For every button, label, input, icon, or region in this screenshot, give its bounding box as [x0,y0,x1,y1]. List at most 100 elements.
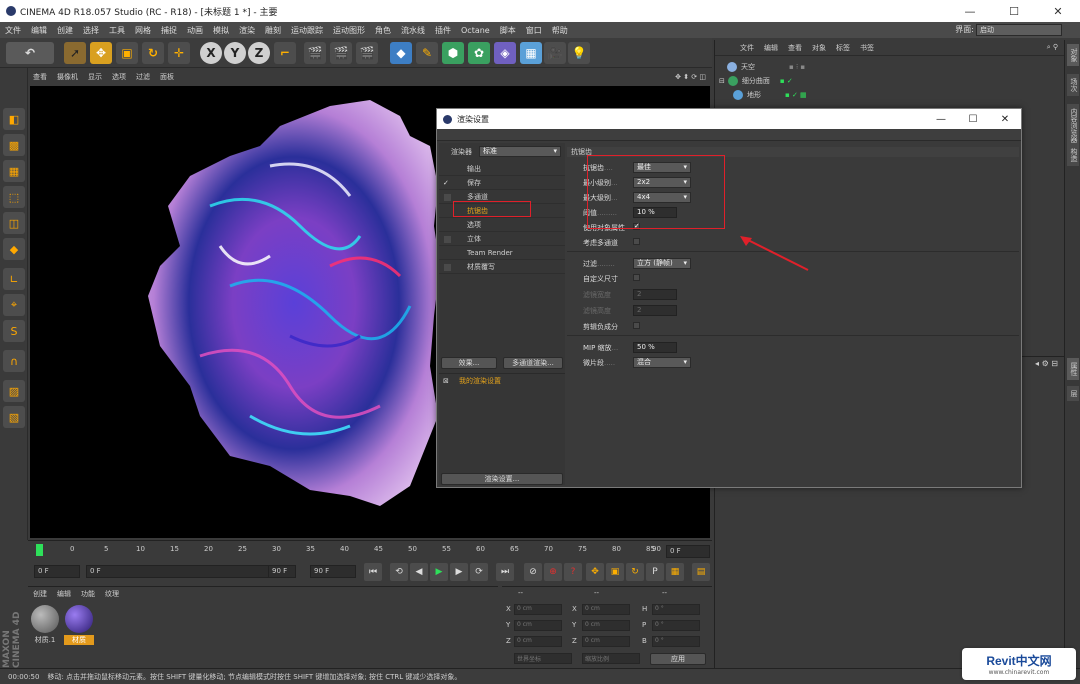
record-keys-icon[interactable]: ⊘ [524,563,542,581]
make-editable-icon[interactable]: ◧ [3,108,25,130]
timeline-window-icon[interactable]: ▤ [692,563,710,581]
obj-menu-edit[interactable]: 编辑 [759,43,783,53]
select-arrow-icon[interactable]: ➚ [64,42,86,64]
y-axis-icon[interactable]: Y [224,42,246,64]
menu-render[interactable]: 渲染 [234,25,260,36]
obj-menu-tags[interactable]: 标签 [831,43,855,53]
position-z-field[interactable]: 0 cm [514,636,562,647]
texture-mode-icon[interactable]: ▦ [3,160,25,182]
material-swatch[interactable]: 材质.1 [30,605,60,645]
micropolygon-select[interactable]: 混合 [633,357,691,368]
camera-icon[interactable]: 🎥 [544,42,566,64]
viewport-menu-options[interactable]: 选项 [107,72,131,82]
model-mode-icon[interactable]: ▩ [3,134,25,156]
menu-motion-tracking[interactable]: 运动跟踪 [286,25,328,36]
timeline-playhead[interactable] [36,544,43,556]
tweak-mode-icon[interactable]: ⌖ [3,294,25,316]
obj-menu-bookmarks[interactable]: 书签 [855,43,879,53]
rotation-b-field[interactable]: 0 ° [652,636,700,647]
close-button[interactable]: ✕ [1036,5,1080,18]
obj-menu-file[interactable]: 文件 [735,43,759,53]
nav-material-override[interactable]: 材质覆写 [439,261,565,274]
menu-script[interactable]: 脚本 [495,25,521,36]
cube-icon[interactable]: ◆ [390,42,412,64]
goto-start-icon[interactable]: ⏮ [364,563,382,581]
viewport-nav-icons[interactable]: ✥ ⬍ ⟳ ◫ [670,73,712,81]
material-menu-create[interactable]: 创建 [28,589,52,599]
axis-mode-icon[interactable]: ∟ [3,268,25,290]
rotation-p-field[interactable]: 0 ° [652,620,700,631]
menu-plugins[interactable]: 插件 [430,25,456,36]
x-axis-icon[interactable]: X [200,42,222,64]
consider-multipass-checkbox[interactable] [633,238,640,245]
menu-octane[interactable]: Octane [456,26,495,35]
undo-icon[interactable]: ↶ [6,42,54,64]
effects-button[interactable]: 效果... [441,357,497,369]
custom-size-checkbox[interactable] [633,274,640,281]
nav-checkbox[interactable] [444,194,451,201]
points-mode-icon[interactable]: ⬚ [3,186,25,208]
object-row-landscape[interactable]: 地形 ▪ ✓ ▦ [733,88,807,101]
pen-icon[interactable]: ✎ [416,42,438,64]
dialog-maximize-button[interactable]: ☐ [957,114,989,125]
menu-character[interactable]: 角色 [370,25,396,36]
rotate-icon[interactable]: ↻ [142,42,164,64]
filter-height-field[interactable]: 2 [633,305,677,316]
nav-output[interactable]: 输出 [439,163,565,176]
material-menu-function[interactable]: 功能 [76,589,100,599]
key-scale-icon[interactable]: ▣ [606,563,624,581]
material-swatch[interactable]: 材质 [64,605,94,645]
edges-mode-icon[interactable]: ◫ [3,212,25,234]
workplane-icon[interactable]: ▨ [3,380,25,402]
key-param-icon[interactable]: P [646,563,664,581]
size-z-field[interactable]: 0 cm [582,636,630,647]
layout-select[interactable]: 启动 [976,24,1062,36]
tab-structure[interactable]: 构造 [1067,144,1079,166]
size-y-field[interactable]: 0 cm [582,620,630,631]
viewport-menu-view[interactable]: 查看 [28,72,52,82]
viewport-menu-panel[interactable]: 面板 [155,72,179,82]
menu-edit[interactable]: 编辑 [26,25,52,36]
menu-mograph[interactable]: 运动图形 [328,25,370,36]
next-key-icon[interactable]: ⟳ [470,563,488,581]
menu-pipeline[interactable]: 流水线 [396,25,430,36]
mip-scale-field[interactable]: 50 % [633,342,677,353]
position-y-field[interactable]: 0 cm [514,620,562,631]
menu-simulate[interactable]: 模拟 [208,25,234,36]
viewport-menu-filter[interactable]: 过滤 [131,72,155,82]
tab-takes[interactable]: 场次 [1067,74,1079,96]
tab-objects[interactable]: 对象 [1067,44,1079,66]
key-rotation-icon[interactable]: ↻ [626,563,644,581]
filter-select[interactable]: 立方 (静帧) [633,258,691,269]
viewport-menu-cameras[interactable]: 摄像机 [52,72,83,82]
menu-create[interactable]: 创建 [52,25,78,36]
preset-row[interactable]: ⊠ 我的渲染设置 [439,373,565,387]
filter-width-field[interactable]: 2 [633,289,677,300]
viewport-menu-display[interactable]: 显示 [83,72,107,82]
autokey-icon[interactable]: ⊕ [544,563,562,581]
size-x-field[interactable]: 0 cm [582,604,630,615]
magnet-icon[interactable]: ∩ [3,350,25,372]
material-menu-texture[interactable]: 纹理 [100,589,124,599]
frame-range-max[interactable]: 90 F [268,565,296,578]
floor-icon[interactable]: ▦ [520,42,542,64]
next-frame-icon[interactable]: ▶ [450,563,468,581]
menu-snap[interactable]: 捕捉 [156,25,182,36]
play-icon[interactable]: ▶ [430,563,448,581]
nav-options[interactable]: 选项 [439,219,565,232]
deformer-icon[interactable]: ◈ [494,42,516,64]
maximize-button[interactable]: ☐ [992,5,1036,18]
light-icon[interactable]: 💡 [568,42,590,64]
rotation-h-field[interactable]: 0 ° [652,604,700,615]
last-tool-icon[interactable]: ✛ [168,42,190,64]
scale-select[interactable]: 缩放比例 [582,653,640,664]
tab-content-browser[interactable]: 内容浏览器 [1067,104,1079,147]
prev-frame-icon[interactable]: ◀ [410,563,428,581]
menu-help[interactable]: 帮助 [547,25,573,36]
keyframe-selection-icon[interactable]: ? [564,563,582,581]
snap-icon[interactable]: S [3,320,25,342]
end-frame-field[interactable]: 90 F [310,565,356,578]
start-frame-field[interactable]: 0 F [34,565,80,578]
current-frame-field[interactable]: 0 F [666,545,710,558]
timeline-ruler[interactable]: 0 5 10 15 20 25 30 35 40 45 50 55 60 65 … [28,540,712,560]
